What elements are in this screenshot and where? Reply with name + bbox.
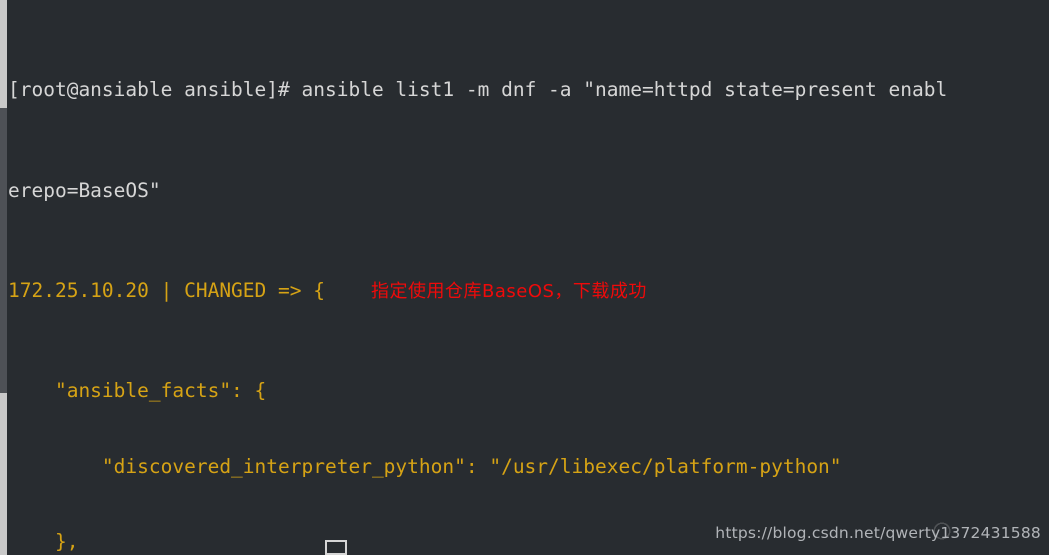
terminal-line-command: [root@ansiable ansible]# ansible list1 -… (8, 77, 1049, 102)
red-annotation: 指定使用仓库BaseOS，下载成功 (370, 281, 647, 303)
shell-command-wrap: erepo=BaseOS" (8, 178, 161, 202)
text-cursor (325, 540, 347, 555)
terminal-line-status: 172.25.10.20 | CHANGED => { 指定使用仓库BaseOS，… (8, 278, 1049, 303)
output-line: "discovered_interpreter_python": "/usr/l… (8, 454, 842, 478)
host-status-line: 172.25.10.20 | CHANGED => { (8, 279, 325, 303)
watermark-url: https://blog.csdn.net/qwerty1372431588 (715, 524, 1041, 542)
terminal-window: [root@ansiable ansible]# ansible list1 -… (0, 0, 1049, 555)
terminal-scrollbar-track[interactable] (0, 0, 7, 555)
terminal-line-command-wrap: erepo=BaseOS" (8, 178, 1049, 203)
shell-command: ansible list1 -m dnf -a "name=httpd stat… (289, 78, 948, 102)
terminal-scrollbar-thumb[interactable] (0, 108, 7, 393)
shell-prompt: [root@ansiable ansible]# (8, 78, 290, 102)
output-line: "ansible_facts": { (8, 379, 267, 403)
terminal-screen[interactable]: [root@ansiable ansible]# ansible list1 -… (8, 0, 1049, 555)
